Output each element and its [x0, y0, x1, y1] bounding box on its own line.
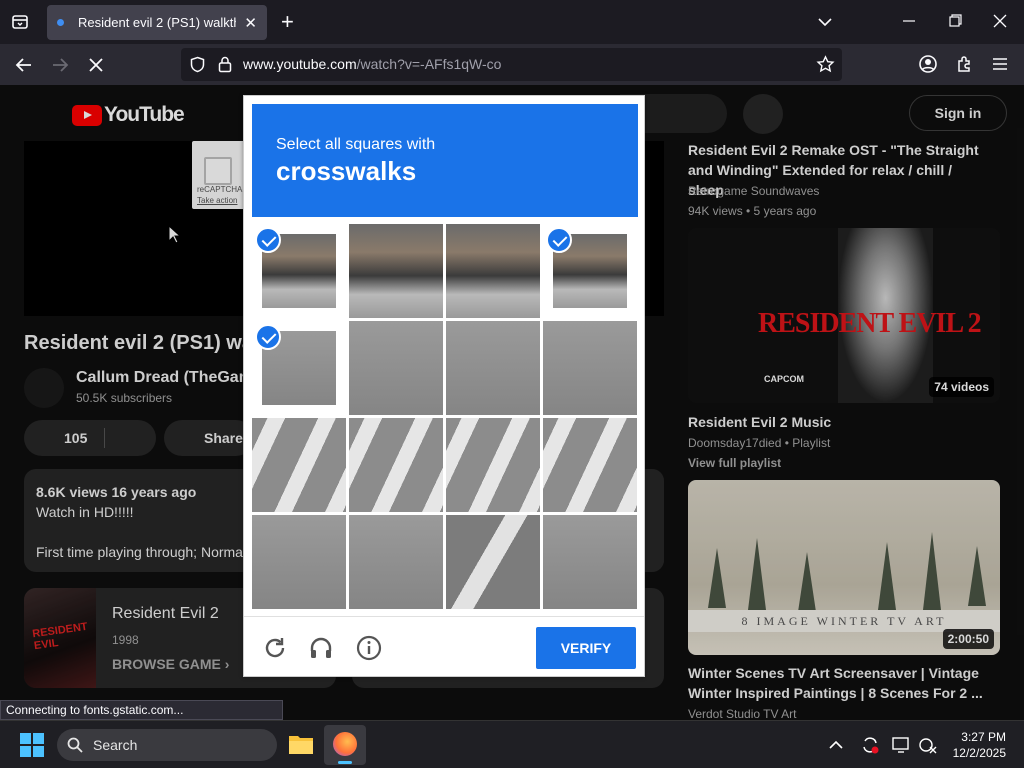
- url-host: www.youtube.com: [243, 56, 357, 72]
- captcha-tile-image: [252, 515, 346, 609]
- recaptcha-challenge: Select all squares with crosswalks VERIF…: [243, 95, 645, 677]
- captcha-tile-image: [252, 418, 346, 512]
- browser-nav-bar: www.youtube.com/watch?v=-AFfs1qW-co: [0, 44, 1024, 85]
- address-bar[interactable]: www.youtube.com/watch?v=-AFfs1qW-co: [181, 48, 842, 81]
- captcha-tile-image: [349, 418, 443, 512]
- reload-icon[interactable]: [262, 635, 288, 661]
- status-bar: Connecting to fonts.gstatic.com...: [0, 700, 283, 720]
- display-icon[interactable]: [891, 735, 911, 755]
- captcha-tile-image: [543, 515, 637, 609]
- extensions-icon[interactable]: [955, 54, 975, 74]
- clock-date: 12/2/2025: [952, 746, 1006, 760]
- network-disconnected-icon[interactable]: [918, 735, 938, 755]
- captcha-tile-image: [349, 515, 443, 609]
- account-icon[interactable]: [918, 54, 938, 74]
- system-clock[interactable]: 3:27 PM 12/2/2025: [953, 729, 1006, 761]
- selected-check-icon: [255, 227, 281, 253]
- new-tab-icon[interactable]: +: [281, 11, 294, 33]
- windows-taskbar: Search 3:27 PM 12/2/2025: [0, 720, 1024, 768]
- lock-icon[interactable]: [218, 56, 232, 73]
- windows-start-icon[interactable]: [20, 733, 44, 757]
- captcha-tile[interactable]: [252, 321, 346, 415]
- tab-list-icon[interactable]: [10, 12, 30, 32]
- captcha-image-grid: [252, 224, 638, 610]
- captcha-footer: VERIFY: [244, 616, 644, 676]
- captcha-instruction: Select all squares with: [276, 136, 436, 153]
- menu-hamburger-icon[interactable]: [991, 55, 1009, 73]
- captcha-tile[interactable]: [349, 515, 443, 609]
- captcha-tile[interactable]: [252, 418, 346, 512]
- captcha-tile[interactable]: [252, 224, 346, 318]
- file-explorer-icon[interactable]: [288, 732, 314, 756]
- captcha-target: crosswalks: [276, 156, 417, 186]
- bookmark-star-icon[interactable]: [816, 55, 835, 74]
- firefox-icon: [333, 732, 357, 756]
- captcha-tile[interactable]: [349, 224, 443, 318]
- captcha-tile[interactable]: [446, 224, 540, 318]
- captcha-tile[interactable]: [446, 418, 540, 512]
- forward-arrow-icon[interactable]: [50, 55, 70, 75]
- captcha-tile-image: [543, 418, 637, 512]
- verify-button[interactable]: VERIFY: [536, 627, 636, 669]
- selected-check-icon: [255, 324, 281, 350]
- captcha-tile[interactable]: [543, 515, 637, 609]
- verify-label: VERIFY: [560, 640, 612, 656]
- clock-time: 3:27 PM: [961, 730, 1006, 744]
- captcha-tile-image: [446, 321, 540, 415]
- selected-check-icon: [546, 227, 572, 253]
- captcha-tile[interactable]: [446, 515, 540, 609]
- captcha-tile[interactable]: [543, 418, 637, 512]
- captcha-tile[interactable]: [349, 418, 443, 512]
- tab-active[interactable]: Resident evil 2 (PS1) walkthroug ✕: [47, 5, 267, 40]
- captcha-tile-image: [349, 321, 443, 415]
- close-tab-icon[interactable]: ✕: [244, 14, 257, 32]
- url-text: www.youtube.com/watch?v=-AFfs1qW-co: [243, 56, 501, 72]
- tab-title: Resident evil 2 (PS1) walkthroug: [78, 15, 236, 30]
- stop-loading-icon[interactable]: [86, 55, 106, 75]
- url-path: /watch?v=-AFfs1qW-co: [356, 56, 502, 72]
- captcha-tile[interactable]: [543, 224, 637, 318]
- tab-overflow-chevron-icon[interactable]: [817, 14, 833, 30]
- minimize-window-icon[interactable]: [902, 14, 916, 28]
- tracking-shield-icon[interactable]: [189, 56, 206, 73]
- maximize-window-icon[interactable]: [948, 14, 962, 28]
- sync-icon[interactable]: [860, 735, 880, 755]
- captcha-tile-image: [543, 321, 637, 415]
- captcha-tile-image: [349, 224, 443, 318]
- captcha-tile[interactable]: [349, 321, 443, 415]
- captcha-tile-image: [446, 224, 540, 318]
- browser-tab-bar: Resident evil 2 (PS1) walkthroug ✕ +: [0, 0, 1024, 44]
- captcha-header: Select all squares with crosswalks: [252, 104, 638, 217]
- captcha-tile[interactable]: [543, 321, 637, 415]
- search-icon: [67, 737, 83, 753]
- captcha-tile-image: [446, 515, 540, 609]
- captcha-tile[interactable]: [446, 321, 540, 415]
- taskbar-search[interactable]: Search: [57, 729, 277, 761]
- loading-dot-icon: [57, 19, 64, 26]
- info-icon[interactable]: [356, 635, 382, 661]
- close-window-icon[interactable]: [993, 14, 1007, 28]
- firefox-taskbar-button[interactable]: [324, 725, 366, 765]
- tray-chevron-up-icon[interactable]: [828, 737, 844, 753]
- active-app-indicator: [338, 761, 352, 764]
- captcha-tile[interactable]: [252, 515, 346, 609]
- audio-challenge-icon[interactable]: [308, 635, 334, 661]
- taskbar-search-label: Search: [93, 737, 138, 753]
- captcha-tile-image: [446, 418, 540, 512]
- back-arrow-icon[interactable]: [14, 55, 34, 75]
